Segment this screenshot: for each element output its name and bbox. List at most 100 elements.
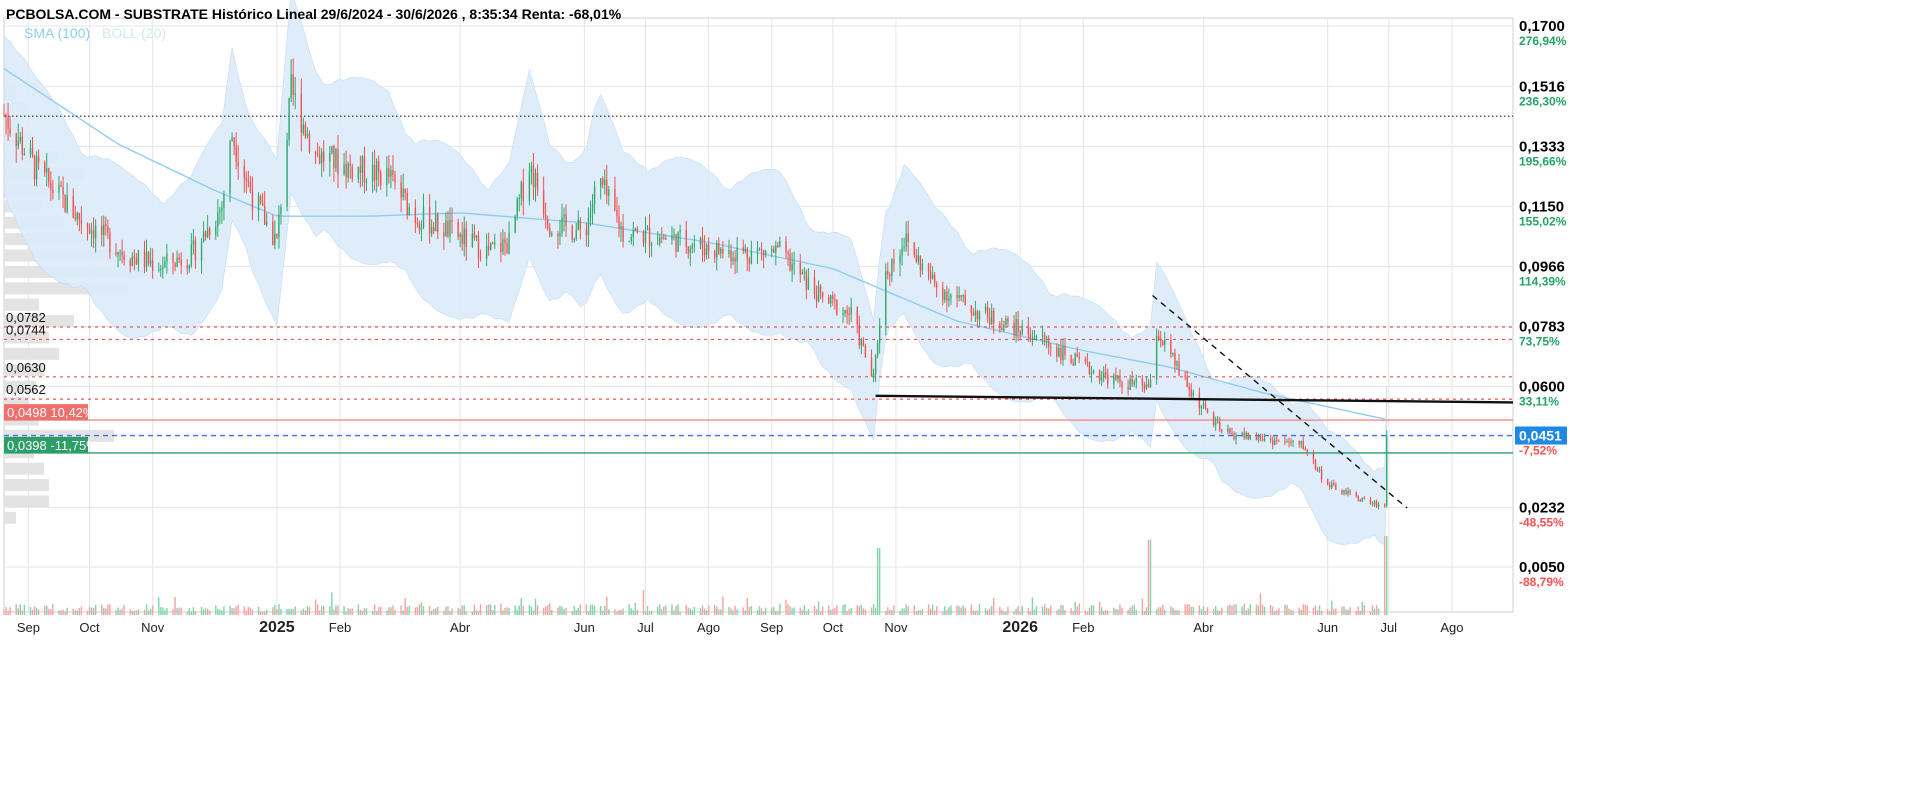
chart-canvas[interactable]: 0,07820,07440,06300,05620,0498 10,42%0,0… [0,0,1923,781]
volume-bar [602,610,604,615]
candle-body [819,286,822,293]
volume-bar [1221,607,1223,615]
candle-body [764,251,767,255]
candle-body [473,233,476,238]
volume-bar [1172,607,1174,615]
candle-body [223,194,225,209]
volume-bar [266,609,268,615]
volume-bar [461,605,463,615]
candle-body [147,252,150,264]
candle-body [60,185,62,187]
volume-bar [333,609,335,615]
candle-body [200,242,203,261]
volume-bar [109,604,111,615]
y-tick-label: 0,1333 [1519,138,1565,155]
candle-body [632,230,634,237]
volume-bar [834,607,836,615]
volume-bar [591,604,594,615]
candle-body [233,137,235,147]
candle-body [1347,490,1349,495]
volume-bar [536,605,539,615]
candle-body [15,133,17,146]
volume-bar [842,604,844,615]
candle-body [577,219,579,231]
volume-bar [188,608,191,615]
x-tick-label: 2026 [1002,619,1038,636]
volume-bar [1088,607,1091,615]
volume-bar [730,608,732,615]
volume-bar [1347,609,1349,615]
volume-bar [1259,593,1262,615]
volume-bar [323,605,325,615]
candle-body [834,299,836,301]
candle-body [1107,374,1109,385]
volume-bar [1090,604,1093,615]
candle-body [1102,372,1105,378]
candle-body [249,181,252,192]
candle-body [946,291,948,302]
chart-title: PCBOLSA.COM - SUBSTRATE Histórico Lineal… [6,6,622,22]
candle-body [620,226,622,229]
volume-bar [716,606,718,615]
x-tick-label: Oct [823,620,844,635]
volume-bar [976,610,979,615]
candle-body [1320,469,1323,480]
candle-body [762,249,765,255]
candle-body [180,259,182,266]
candle-body [107,226,109,233]
candle-body [1233,433,1235,440]
candle-body [1147,384,1150,388]
candle-body [773,248,775,253]
candle-body [862,339,865,346]
legend-boll[interactable]: BOLL (20) [102,25,166,41]
volume-bar [585,604,588,615]
candle-body [722,248,724,254]
candle-body [1269,438,1272,440]
volume-bar [363,608,366,615]
candle-body [502,239,504,253]
volume-bar [390,607,392,615]
volume-bar [1157,607,1160,615]
volume-bar [135,610,138,615]
candle-body [1373,501,1376,505]
volume-bar [103,608,105,615]
candle-body [587,218,590,236]
volume-bar [457,608,459,615]
candle-body [530,165,533,172]
volume-bar [801,610,803,615]
volume-bar [17,608,19,615]
candle-body [921,263,924,271]
stock-chart[interactable]: 0,0782 0,0744 0,0630 0,0562 0,0498 10,42% 0,0… [0,0,1923,781]
candle-body [734,257,736,262]
candle-body [860,339,863,346]
candle-body [46,168,48,173]
volume-bar [50,609,52,615]
candle-body [1060,347,1062,361]
candle-body [1369,498,1372,504]
volume-bar [80,606,83,615]
legend-sma[interactable]: SMA (100) [24,25,90,41]
candle-body [459,234,461,237]
x-tick-label: Nov [141,620,165,635]
volume-bar [1105,610,1107,615]
candle-body [728,250,730,254]
volume-bar [821,606,824,615]
x-tick-label: Feb [329,620,351,635]
candle-body [1041,335,1044,337]
candle-body [714,251,716,258]
volume-bar [15,604,17,615]
volume-bar [760,608,763,615]
x-tick-label: 2025 [259,619,295,636]
volume-bar [860,604,863,615]
candle-body [777,245,779,247]
candle-body [21,136,24,155]
candle-body [247,180,250,182]
candle-body [803,271,806,273]
volume-bar [616,611,618,615]
volume-bar [274,604,276,615]
volume-bar [52,604,54,615]
volume-bar [276,608,278,615]
volume-bar [606,596,608,615]
candle-body [1176,361,1178,366]
y-tick-label: 0,1700 [1519,18,1565,35]
